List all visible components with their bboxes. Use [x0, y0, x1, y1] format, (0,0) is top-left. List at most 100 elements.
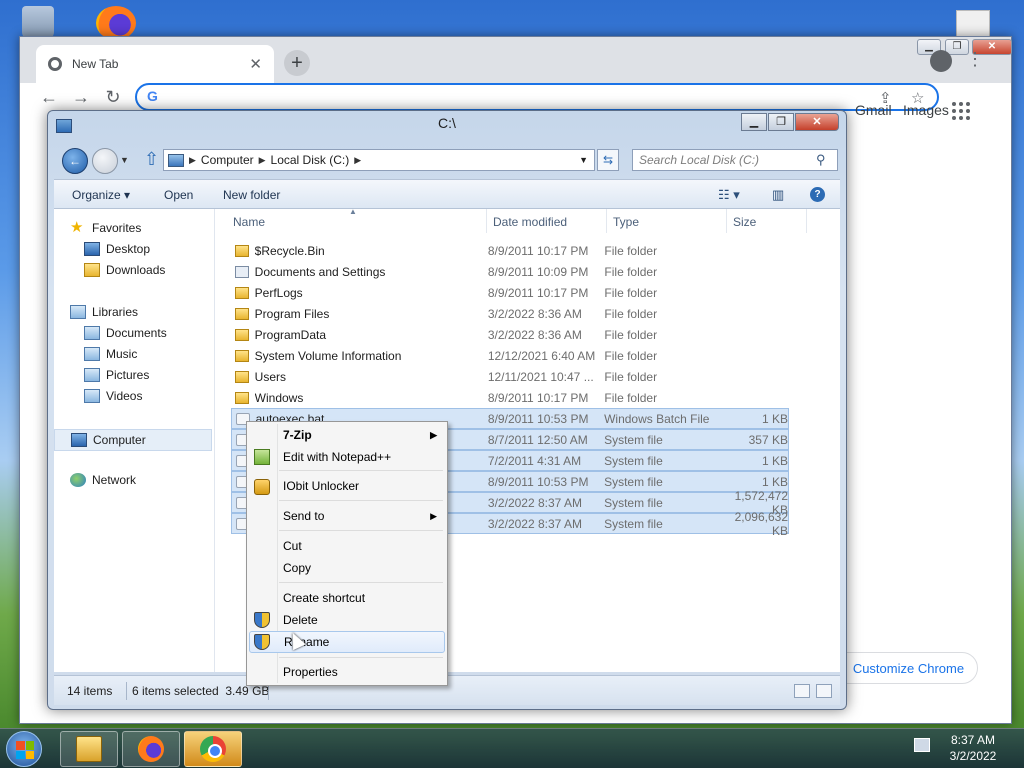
forward-button[interactable] [92, 148, 118, 174]
back-arrow-icon[interactable]: ← [38, 87, 60, 108]
start-button[interactable] [6, 731, 42, 767]
open-button[interactable]: Open [164, 188, 193, 202]
table-row[interactable]: $Recycle.Bin 8/9/2011 10:17 PM File folder [231, 240, 789, 261]
nav-favorites[interactable]: ★ Favorites [70, 220, 142, 235]
menu-item-properties[interactable]: Properties [249, 661, 445, 683]
menu-item-7zip[interactable]: 7-Zip ▶ [249, 424, 445, 446]
new-folder-button[interactable]: New folder [223, 188, 280, 202]
file-name: PerfLogs [254, 285, 303, 300]
explorer-minimize-button[interactable]: ▁ [741, 113, 767, 131]
file-type: Windows Batch File [604, 411, 710, 426]
apps-grid-icon[interactable] [952, 102, 970, 120]
nav-downloads[interactable]: Downloads [84, 263, 165, 277]
address-bar[interactable]: ▶ Computer ▶ Local Disk (C:) ▶ ▼ [163, 149, 595, 171]
taskbar-firefox-button[interactable] [122, 731, 180, 767]
details-view-icon[interactable] [794, 684, 810, 698]
tab-new-tab[interactable]: New Tab ✕ [36, 45, 274, 83]
menu-item-copy[interactable]: Copy [249, 557, 445, 579]
change-view-icon[interactable]: ☷ ▾ [718, 187, 740, 203]
explorer-maximize-button[interactable]: ❐ [768, 113, 794, 131]
menu-item-rename[interactable]: Rename [249, 631, 445, 653]
system-clock[interactable]: 8:37 AM 3/2/2022 [940, 732, 1006, 764]
network-tray-icon[interactable] [914, 738, 930, 752]
menu-item-edit-notepad[interactable]: Edit with Notepad++ [249, 446, 445, 468]
images-link[interactable]: Images [903, 102, 949, 118]
nav-documents[interactable]: Documents [84, 326, 167, 340]
new-tab-button[interactable]: + [284, 50, 310, 76]
recent-pages-dropdown-icon[interactable]: ▼ [120, 155, 129, 165]
folder-icon [235, 328, 249, 341]
nav-videos[interactable]: Videos [84, 389, 142, 403]
nav-computer[interactable]: Computer [54, 429, 212, 451]
breadcrumb-chevron-icon[interactable]: ▶ [189, 155, 196, 166]
column-date-modified[interactable]: Date modified [487, 209, 607, 233]
menu-label: Delete [283, 613, 318, 627]
preview-pane-icon[interactable]: ▥ [772, 187, 784, 203]
file-date: 12/12/2021 6:40 AM [487, 348, 596, 363]
item-count: 14 items [67, 684, 113, 698]
table-row[interactable]: ProgramData 3/2/2022 8:36 AM File folder [231, 324, 789, 345]
breadcrumb-chevron-icon[interactable]: ▶ [354, 155, 361, 166]
close-tab-icon[interactable]: ✕ [249, 55, 262, 73]
up-level-icon[interactable]: ⇧ [144, 149, 159, 170]
breadcrumb-chevron-icon[interactable]: ▶ [259, 155, 266, 166]
firefox-desktop-icon[interactable] [96, 6, 136, 40]
table-row[interactable]: Users 12/11/2021 10:47 ... File folder [231, 366, 789, 387]
taskbar-explorer-button[interactable] [60, 731, 118, 767]
table-row[interactable]: Program Files 3/2/2022 8:36 AM File folder [231, 303, 789, 324]
recycle-bin-desktop-icon[interactable] [22, 6, 54, 40]
menu-item-create-shortcut[interactable]: Create shortcut [249, 587, 445, 609]
menu-label: Send to [283, 509, 325, 523]
omnibox[interactable]: G ⇪ ☆ [135, 83, 939, 111]
breadcrumb-local-disk[interactable]: Local Disk (C:) [271, 153, 350, 167]
computer-icon [71, 433, 87, 447]
gmail-link[interactable]: Gmail [855, 102, 892, 118]
tab-title: New Tab [72, 57, 119, 71]
profile-avatar[interactable] [930, 50, 952, 72]
windows-logo-icon [16, 741, 34, 759]
menu-item-iobit-unlocker[interactable]: IObit Unlocker [249, 475, 445, 497]
menu-item-send-to[interactable]: Send to ▶ [249, 505, 445, 527]
nav-label: Network [92, 473, 137, 487]
table-row[interactable]: Documents and Settings 8/9/2011 10:09 PM F… [231, 261, 789, 282]
table-row[interactable]: Windows 8/9/2011 10:17 PM File folder [231, 387, 789, 408]
menu-item-delete[interactable]: Delete [249, 609, 445, 631]
large-icons-view-icon[interactable] [816, 684, 832, 698]
help-icon[interactable]: ? [810, 187, 825, 202]
nav-label: Desktop [106, 242, 151, 256]
column-type[interactable]: Type [607, 209, 727, 233]
file-date: 8/9/2011 10:17 PM [487, 243, 589, 258]
address-dropdown-icon[interactable]: ▼ [579, 155, 588, 165]
forward-arrow-icon[interactable]: → [70, 87, 92, 108]
table-row[interactable]: PerfLogs 8/9/2011 10:17 PM File folder [231, 282, 789, 303]
search-icon[interactable]: ⚲ [816, 152, 826, 168]
back-button[interactable]: ← [62, 148, 88, 174]
file-type: System file [604, 453, 663, 468]
column-name[interactable]: Name [227, 209, 487, 233]
file-date: 8/9/2011 10:09 PM [487, 264, 589, 279]
nav-label: Libraries [92, 305, 139, 319]
nav-music[interactable]: Music [84, 347, 137, 361]
breadcrumb-computer[interactable]: Computer [201, 153, 254, 167]
nav-label: Documents [106, 326, 167, 340]
chrome-menu-icon[interactable]: ⋮ [966, 49, 984, 70]
organize-menu[interactable]: Organize ▾ [72, 188, 130, 202]
libraries-icon [70, 305, 86, 319]
column-size[interactable]: Size [727, 209, 807, 233]
nav-label: Favorites [92, 221, 142, 235]
reload-icon[interactable]: ↻ [102, 87, 124, 108]
nav-libraries[interactable]: Libraries [70, 305, 138, 319]
nav-desktop[interactable]: Desktop [84, 242, 150, 256]
menu-item-cut[interactable]: Cut [249, 535, 445, 557]
nav-network[interactable]: Network [70, 473, 136, 487]
file-name: $Recycle.Bin [254, 243, 325, 258]
file-type: File folder [604, 306, 658, 321]
search-input[interactable]: Search Local Disk (C:) [632, 149, 838, 171]
nav-pictures[interactable]: Pictures [84, 368, 149, 382]
table-row[interactable]: System Volume Information 12/12/2021 6:40… [231, 345, 789, 366]
taskbar-chrome-button[interactable] [184, 731, 242, 767]
file-type: File folder [604, 348, 658, 363]
explorer-close-button[interactable]: ✕ [795, 113, 839, 131]
downloads-icon [84, 263, 100, 277]
refresh-button[interactable]: ⇆ [597, 149, 619, 171]
